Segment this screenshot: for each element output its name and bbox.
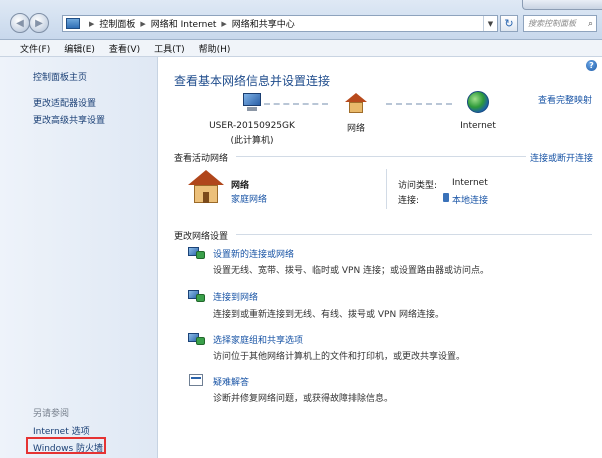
menu-bar: 文件(F) 编辑(E) 查看(V) 工具(T) 帮助(H) — [0, 40, 602, 57]
computer-icon — [241, 93, 263, 113]
forward-button[interactable]: ▶ — [29, 13, 49, 33]
divider — [236, 234, 592, 235]
breadcrumb-control-panel[interactable]: 控制面板 — [99, 17, 135, 30]
search-input[interactable]: 搜索控制面板 ⌕ — [523, 15, 597, 32]
setup-new-connection-link[interactable]: 设置新的连接或网络 — [213, 247, 294, 260]
map-node-network[interactable]: 网络 — [336, 93, 376, 134]
arrow-left-icon: ◀ — [16, 17, 24, 29]
change-settings-heading: 更改网络设置 — [174, 232, 229, 242]
homegroup-icon — [188, 331, 206, 347]
refresh-icon: ↻ — [504, 17, 514, 30]
sidebar-item-change-advanced-sharing[interactable]: 更改高级共享设置 — [33, 113, 105, 126]
menu-view[interactable]: 查看(V) — [109, 42, 140, 55]
divider — [386, 169, 387, 209]
map-node-internet[interactable]: Internet — [454, 91, 502, 131]
connect-disconnect-link[interactable]: 连接或断开连接 — [530, 151, 593, 164]
see-also-heading: 另请参阅 — [33, 409, 70, 419]
homegroup-sharing-desc: 访问位于其他网络计算机上的文件和打印机，或更改共享设置。 — [213, 352, 466, 362]
sidebar-item-control-panel-home[interactable]: 控制面板主页 — [33, 70, 87, 83]
globe-icon — [467, 91, 489, 113]
divider — [236, 156, 526, 157]
control-panel-icon — [66, 18, 80, 29]
local-connection-link[interactable]: 本地连接 — [452, 193, 488, 206]
help-icon[interactable]: ? — [586, 60, 597, 71]
map-connector — [264, 103, 328, 105]
home-network-icon — [188, 170, 224, 204]
title-bar: ◀ ▶ ▶ 控制面板 ▶ 网络和 Internet ▶ 网络和共享中心 ▼ ↻ … — [0, 0, 602, 40]
address-dropdown-button[interactable]: ▼ — [483, 16, 497, 31]
connections-label: 连接: — [398, 196, 420, 206]
view-full-map-link[interactable]: 查看完整映射 — [538, 93, 592, 106]
troubleshoot-icon — [188, 373, 206, 389]
chevron-right-icon: ▶ — [140, 19, 146, 28]
homegroup-sharing-link[interactable]: 选择家庭组和共享选项 — [213, 333, 303, 346]
internet-label: Internet — [460, 121, 496, 131]
menu-file[interactable]: 文件(F) — [20, 42, 50, 55]
menu-help[interactable]: 帮助(H) — [199, 42, 231, 55]
map-node-computer[interactable]: USER-20150925GK (此计算机) — [182, 93, 322, 146]
highlight-box — [26, 437, 106, 454]
arrow-right-icon: ▶ — [35, 17, 43, 29]
page-title: 查看基本网络信息并设置连接 — [174, 74, 331, 88]
access-type-value: Internet — [452, 178, 488, 188]
chevron-down-icon: ▼ — [487, 19, 494, 28]
computer-name: USER-20150925GK — [209, 121, 295, 131]
chevron-right-icon: ▶ — [89, 19, 95, 28]
sidebar-item-change-adapter-settings[interactable]: 更改适配器设置 — [33, 96, 96, 109]
house-icon — [345, 93, 367, 113]
menu-tools[interactable]: 工具(T) — [154, 42, 185, 55]
troubleshoot-desc: 诊断并修复网络问题，或获得故障排除信息。 — [213, 394, 394, 404]
search-placeholder: 搜索控制面板 — [528, 19, 576, 28]
connect-network-icon — [188, 288, 206, 304]
map-connector — [386, 103, 452, 105]
search-icon[interactable]: ⌕ — [588, 19, 593, 29]
connect-to-network-link[interactable]: 连接到网络 — [213, 290, 258, 303]
ethernet-icon — [443, 193, 449, 202]
breadcrumb-network-sharing-center[interactable]: 网络和共享中心 — [232, 17, 295, 30]
troubleshoot-link[interactable]: 疑难解答 — [213, 375, 249, 388]
chevron-right-icon: ▶ — [221, 19, 227, 28]
sidebar-item-internet-options[interactable]: Internet 选项 — [33, 424, 90, 437]
refresh-button[interactable]: ↻ — [500, 15, 518, 32]
setup-new-connection-desc: 设置无线、宽带、拨号、临时或 VPN 连接；或设置路由器或访问点。 — [213, 266, 490, 276]
active-network-name: 网络 — [231, 181, 250, 191]
access-type-label: 访问类型: — [398, 181, 438, 191]
active-networks-heading: 查看活动网络 — [174, 154, 229, 164]
window-controls[interactable] — [522, 0, 602, 10]
new-connection-icon — [188, 245, 206, 261]
breadcrumb-network-internet[interactable]: 网络和 Internet — [151, 17, 217, 30]
connect-to-network-desc: 连接到或重新连接到无线、有线、拨号或 VPN 网络连接。 — [213, 310, 445, 320]
home-network-link[interactable]: 家庭网络 — [231, 192, 267, 205]
menu-edit[interactable]: 编辑(E) — [64, 42, 95, 55]
computer-sub: (此计算机) — [230, 136, 274, 146]
back-button[interactable]: ◀ — [10, 13, 30, 33]
network-label: 网络 — [346, 124, 365, 134]
main-content: ? 查看基本网络信息并设置连接 查看完整映射 USER-20150925GK (… — [158, 57, 602, 458]
address-bar[interactable]: ▶ 控制面板 ▶ 网络和 Internet ▶ 网络和共享中心 ▼ — [62, 15, 498, 32]
